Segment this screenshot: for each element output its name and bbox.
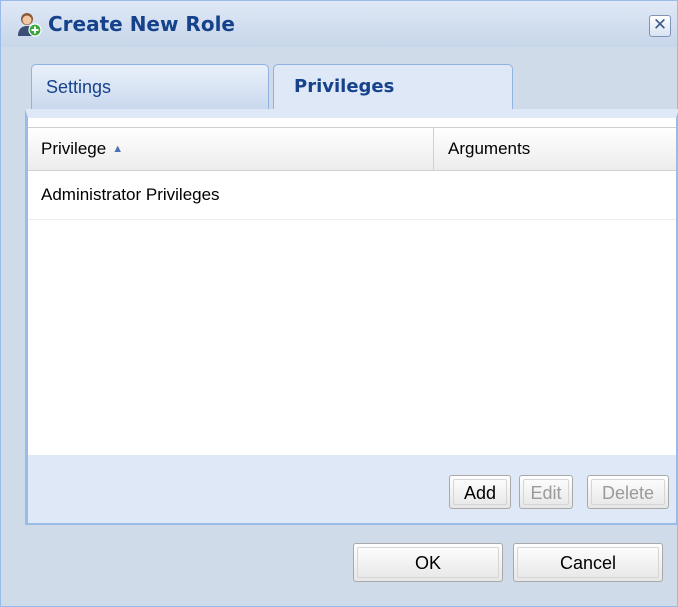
- delete-button-label: Delete: [591, 479, 665, 505]
- table-row[interactable]: Administrator Privileges: [28, 171, 676, 220]
- dialog-title: Create New Role: [48, 12, 235, 36]
- user-add-icon: [15, 10, 43, 38]
- column-header-arguments[interactable]: Arguments: [435, 128, 676, 170]
- tab-privileges[interactable]: Privileges: [273, 64, 513, 111]
- close-icon: ✕: [652, 15, 668, 35]
- add-button[interactable]: Add: [449, 475, 511, 509]
- tab-privileges-label: Privileges: [294, 76, 395, 97]
- create-role-dialog: Create New Role ✕ Settings Privileges Pr…: [0, 0, 678, 607]
- cancel-button[interactable]: Cancel: [513, 543, 663, 582]
- close-button[interactable]: ✕: [649, 15, 671, 37]
- grid-header: Privilege ▲ Arguments: [28, 127, 676, 171]
- tab-settings[interactable]: Settings: [31, 64, 269, 110]
- sort-ascending-icon: ▲: [112, 143, 124, 155]
- cancel-button-label: Cancel: [517, 547, 659, 578]
- column-header-privilege[interactable]: Privilege ▲: [28, 128, 434, 170]
- ok-button-label: OK: [357, 547, 499, 578]
- grid-body[interactable]: Administrator Privileges: [28, 171, 676, 455]
- ok-button[interactable]: OK: [353, 543, 503, 582]
- cell-privilege: Administrator Privileges: [41, 185, 220, 204]
- dialog-titlebar[interactable]: Create New Role ✕: [1, 1, 677, 47]
- edit-button[interactable]: Edit: [519, 475, 573, 509]
- delete-button[interactable]: Delete: [587, 475, 669, 509]
- column-header-arguments-label: Arguments: [448, 139, 531, 158]
- column-header-privilege-label: Privilege: [41, 139, 107, 158]
- edit-button-label: Edit: [523, 479, 569, 505]
- add-button-label: Add: [453, 479, 507, 505]
- tab-settings-label: Settings: [46, 77, 112, 97]
- grid-toolbar: Add Edit Delete: [28, 455, 676, 523]
- privileges-panel: Privilege ▲ Arguments Administrator Privi…: [25, 109, 678, 525]
